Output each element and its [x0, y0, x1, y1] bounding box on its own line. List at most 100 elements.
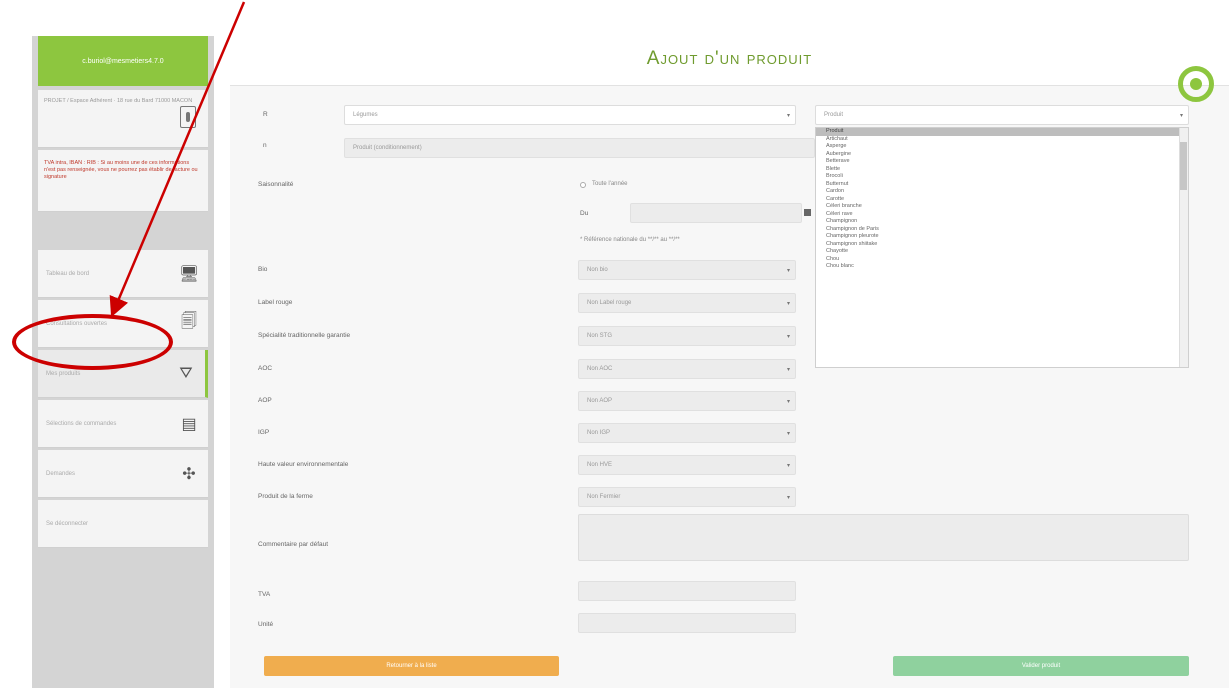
- hve-select[interactable]: Non HVE ▾: [578, 455, 796, 475]
- aoc-value: Non AOC: [587, 366, 613, 372]
- aop-value: Non AOP: [587, 398, 613, 404]
- dropdown-scrollbar[interactable]: [1179, 128, 1188, 367]
- warning-card: TVA intra, IBAN : RIB : Si au moins une …: [38, 150, 208, 212]
- sidebar-item-label: Tableau de bord: [46, 270, 90, 277]
- chevron-down-icon: ▾: [786, 399, 790, 405]
- aoc-label: AOC: [258, 365, 273, 372]
- saisonnalite-label: Saisonnalité: [258, 181, 294, 188]
- dropdown-option[interactable]: Artichaut: [816, 136, 1188, 144]
- bio-value: Non bio: [587, 267, 608, 273]
- sidebar-item-orders[interactable]: Sélections de commandes ▤: [38, 400, 208, 448]
- stg-value: Non STG: [587, 333, 613, 339]
- dropdown-option[interactable]: Blette: [816, 166, 1188, 174]
- comment-textarea[interactable]: [578, 514, 1189, 561]
- documents-icon: 🗐: [181, 313, 197, 330]
- dropdown-option[interactable]: Champignon shiitake: [816, 241, 1188, 249]
- ferme-label: Produit de la ferme: [258, 493, 313, 500]
- page-title: Ajout d'un produit: [646, 48, 813, 69]
- label-rouge-select[interactable]: Non Label rouge ▾: [578, 293, 796, 313]
- chevron-down-icon: ▾: [786, 334, 790, 340]
- category-value: Légumes: [353, 112, 378, 118]
- comment-label: Commentaire par défaut: [258, 541, 329, 548]
- aop-label: AOP: [258, 397, 272, 404]
- product-name-field[interactable]: Produit (conditionnement): [344, 138, 815, 158]
- user-email[interactable]: c.buriol@mesmetiers4.7.0: [38, 36, 208, 86]
- sidebar-item-demandes[interactable]: Demandes ✣: [38, 450, 208, 498]
- dropdown-option[interactable]: Champignon: [816, 218, 1188, 226]
- sidebar-item-label: Demandes: [46, 470, 76, 477]
- product-name-value: Produit (conditionnement): [353, 145, 422, 151]
- bio-label: Bio: [258, 266, 268, 273]
- bio-select[interactable]: Non bio ▾: [578, 260, 796, 280]
- app-screen: c.buriol@mesmetiers4.7.0 PROJET / Espace…: [0, 0, 1229, 688]
- hve-value: Non HVE: [587, 462, 613, 468]
- address-text: PROJET / Espace Adhérent · 18 rue du Bar…: [44, 98, 193, 104]
- address-card: PROJET / Espace Adhérent · 18 rue du Bar…: [38, 90, 208, 148]
- brand-logo-icon: [1178, 66, 1214, 102]
- product-dropdown-list[interactable]: Produit Artichaut Asperge Aubergine Betterav…: [815, 127, 1189, 368]
- dropdown-option[interactable]: Produit: [816, 128, 1188, 136]
- dropdown-option[interactable]: Brocoli: [816, 173, 1188, 181]
- chevron-down-icon: ▾: [786, 431, 790, 437]
- chevron-down-icon: ▾: [786, 367, 790, 373]
- tva-label: TVA: [258, 591, 271, 598]
- dropdown-option[interactable]: Céleri rave: [816, 211, 1188, 219]
- chevron-down-icon: ▾: [786, 113, 790, 119]
- annotation-ellipse: [12, 314, 173, 370]
- sidebar-item-label: Se déconnecter: [46, 520, 89, 527]
- validate-product-button[interactable]: Valider produit: [893, 656, 1189, 676]
- du-label: Du: [580, 210, 589, 217]
- chevron-down-icon: ▾: [786, 301, 790, 307]
- chevron-down-icon: ▾: [1179, 113, 1183, 119]
- dropdown-option[interactable]: Carotte: [816, 196, 1188, 204]
- chevron-down-icon: ▾: [786, 495, 790, 501]
- sidebar-item-dashboard[interactable]: Tableau de bord 🖥: [38, 250, 208, 298]
- reference-note: * Référence nationale du **/** au **/**: [580, 237, 680, 243]
- sidebar-item-label: Mes produits: [46, 370, 81, 377]
- calendar-icon[interactable]: [804, 209, 811, 216]
- scrollbar-thumb[interactable]: [1180, 142, 1187, 190]
- ferme-value: Non Fermier: [587, 494, 621, 500]
- aop-select[interactable]: Non AOP ▾: [578, 391, 796, 411]
- warning-text: TVA intra, IBAN : RIB : Si au moins une …: [44, 160, 198, 180]
- dropdown-option[interactable]: Betterave: [816, 158, 1188, 166]
- dropdown-option[interactable]: Champignon pleurote: [816, 233, 1188, 241]
- igp-label: IGP: [258, 429, 270, 436]
- chevron-down-icon: ▾: [786, 463, 790, 469]
- igp-select[interactable]: Non IGP ▾: [578, 423, 796, 443]
- label-rouge-value: Non Label rouge: [587, 300, 632, 306]
- product-select-value: Produit: [824, 112, 844, 118]
- dropdown-option[interactable]: Chou: [816, 256, 1188, 264]
- network-icon: ✣: [182, 465, 196, 483]
- dropdown-option[interactable]: Chayotte: [816, 248, 1188, 256]
- dropdown-option[interactable]: Aubergine: [816, 151, 1188, 159]
- row2-label: n: [263, 142, 267, 149]
- back-to-list-button[interactable]: Retourner à la liste: [264, 656, 559, 676]
- ferme-select[interactable]: Non Fermier ▾: [578, 487, 796, 507]
- date-from-field[interactable]: [630, 203, 802, 223]
- orders-icon: ▤: [181, 415, 197, 433]
- sidebar-item-logout[interactable]: Se déconnecter: [38, 500, 208, 548]
- unite-field[interactable]: [578, 613, 796, 633]
- phone-icon: [180, 106, 196, 128]
- unite-label: Unité: [258, 621, 274, 628]
- stg-select[interactable]: Non STG ▾: [578, 326, 796, 346]
- product-select[interactable]: Produit ▾: [815, 105, 1189, 125]
- products-icon: ⛛: [179, 364, 193, 382]
- dropdown-option[interactable]: Chou blanc: [816, 263, 1188, 271]
- toute-annee-radio[interactable]: [580, 182, 586, 188]
- dropdown-option[interactable]: Butternut: [816, 181, 1188, 189]
- label-rouge-label: Label rouge: [258, 299, 293, 306]
- tva-field[interactable]: [578, 581, 796, 601]
- row1-label: R: [263, 111, 268, 118]
- chevron-down-icon: ▾: [786, 268, 790, 274]
- dropdown-option[interactable]: Céleri branche: [816, 203, 1188, 211]
- aoc-select[interactable]: Non AOC ▾: [578, 359, 796, 379]
- dropdown-option[interactable]: Asperge: [816, 143, 1188, 151]
- dropdown-option[interactable]: Champignon de Paris: [816, 226, 1188, 234]
- sidebar-item-label: Sélections de commandes: [46, 420, 117, 427]
- dropdown-option[interactable]: Cardon: [816, 188, 1188, 196]
- category-select[interactable]: Légumes ▾: [344, 105, 796, 125]
- toute-annee-label: Toute l'année: [592, 181, 628, 187]
- dashboard-icon: 🖥: [178, 265, 200, 283]
